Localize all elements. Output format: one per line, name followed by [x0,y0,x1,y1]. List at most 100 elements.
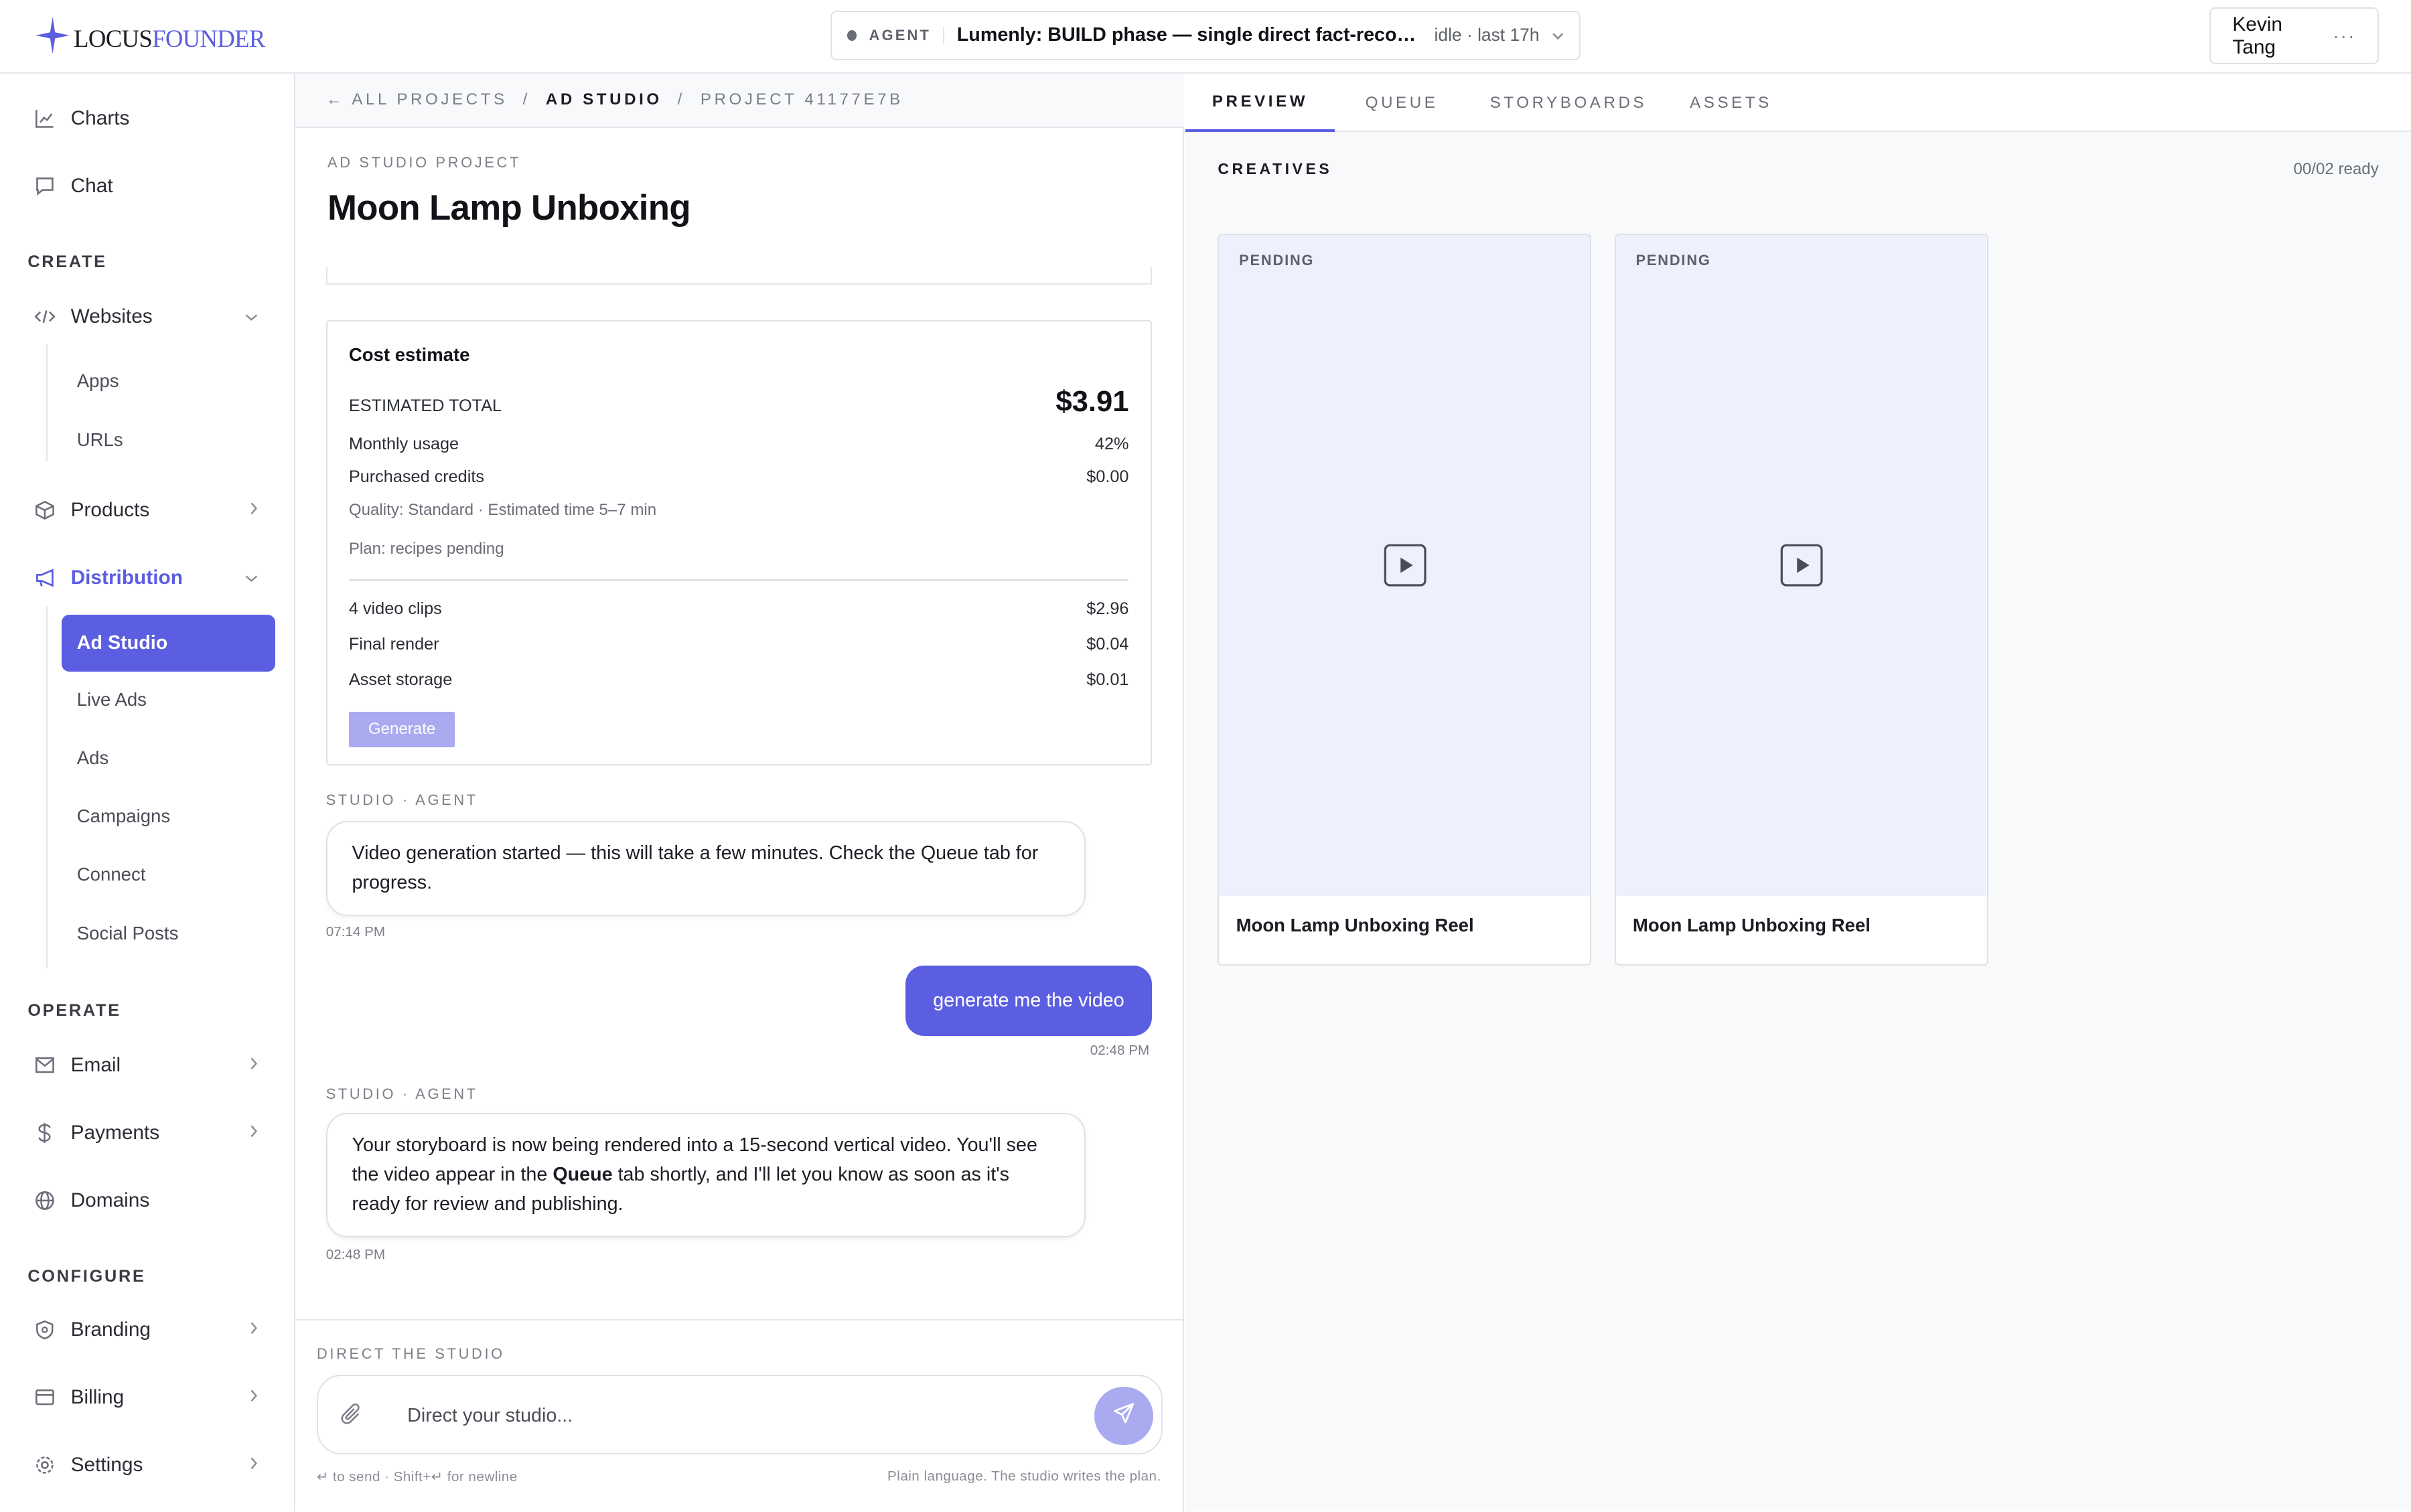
cost-line-value: $0.01 [1086,670,1129,689]
agent-message: Video generation started — this will tak… [325,821,1086,916]
mail-icon [34,1055,56,1076]
section-create: CREATE [27,252,107,271]
queue-link-text: Queue [553,1164,613,1186]
status-badge: PENDING [1635,252,1711,269]
estimated-total-row: ESTIMATED TOTAL $3.91 [349,386,1129,419]
play-icon[interactable] [1384,544,1427,593]
user-menu[interactable]: Kevin Tang ··· [2209,7,2379,65]
sidebar-item-campaigns[interactable]: Campaigns [77,806,170,827]
sidebar-item-websites[interactable]: Websites [0,289,295,345]
agent-status-dot [847,29,857,41]
breadcrumb-section-link[interactable]: AD STUDIO [546,90,662,109]
play-icon[interactable] [1780,544,1823,593]
globe-icon [34,1190,56,1211]
purchased-credits-label: Purchased credits [348,467,484,486]
breadcrumb-project: PROJECT 41177E7B [700,90,903,109]
chevron-right-icon [249,1387,259,1407]
sidebar-item-branding[interactable]: Branding [0,1302,295,1358]
dollar-icon [34,1122,56,1144]
purchased-credits-value: $0.00 [1086,467,1129,486]
top-bar: LOCUSFOUNDER AGENT Lumenly: BUILD phase … [0,0,2411,74]
sparkle-logo-icon [34,15,71,62]
creative-card[interactable]: PENDING Moon Lamp Unboxing Reel [1614,233,1988,966]
sidebar-item-connect[interactable]: Connect [77,864,146,885]
ready-count: 00/02 ready [2293,159,2379,178]
cost-line-label: Final render [348,634,439,654]
cost-line-value: $0.04 [1086,634,1129,654]
creative-card[interactable]: PENDING Moon Lamp Unboxing Reel [1218,233,1592,966]
sidebar-item-billing[interactable]: Billing [0,1370,295,1426]
preview-panel: PREVIEW QUEUE STORYBOARDS ASSETS CREATIV… [1185,74,2411,1511]
message-timestamp: 02:48 PM [325,1246,386,1262]
divider [295,1318,1184,1321]
subnav-line [46,344,48,461]
sidebar-item-label: Charts [70,106,130,129]
chevron-right-icon [249,501,259,520]
sidebar-item-urls[interactable]: URLs [77,429,123,451]
chevron-down-icon [244,569,259,588]
sidebar-item-label: Branding [70,1318,151,1341]
chevron-right-icon [249,1455,259,1475]
cost-line-item: Asset storage $0.01 [349,670,1129,690]
agent-message: Your storyboard is now being rendered in… [325,1113,1086,1237]
sidebar-item-label: Payments [70,1122,160,1144]
monthly-usage-value: 42% [1094,435,1129,454]
composer-input[interactable] [407,1398,1069,1433]
cost-line-item: Final render $0.04 [349,635,1129,654]
tab-assets[interactable]: ASSETS [1690,74,1772,132]
sidebar-item-charts[interactable]: Charts [0,90,295,146]
generate-button[interactable]: Generate [348,711,455,747]
code-icon [34,306,56,327]
breadcrumb-separator: / [522,90,530,109]
sidebar-item-products[interactable]: Products [0,483,295,538]
section-configure: CONFIGURE [27,1266,146,1286]
sidebar-item-ad-studio[interactable]: Ad Studio [61,615,275,672]
divider [348,579,1129,581]
sidebar-item-label: Websites [70,305,153,327]
box-icon [34,500,56,521]
breadcrumb: ← ALL PROJECTS / AD STUDIO / PROJECT 411… [295,74,1184,128]
chevron-right-icon [249,1320,259,1339]
sidebar-item-apps[interactable]: Apps [77,370,119,392]
composer-hint: Plain language. The studio writes the pl… [887,1468,1161,1484]
shield-icon [34,1319,56,1341]
sidebar-item-label: Chat [70,174,113,197]
sidebar-item-social-posts[interactable]: Social Posts [77,923,179,944]
paperclip-icon[interactable] [341,1402,362,1433]
cost-line-value: $2.96 [1086,599,1129,619]
plan-info: Plan: recipes pending [348,539,504,558]
project-label: AD STUDIO PROJECT [327,153,521,171]
sidebar: Charts Chat CREATE Websites Apps URLs Pr [0,74,295,1511]
tab-storyboards[interactable]: STORYBOARDS [1490,74,1647,132]
page-title: Moon Lamp Unboxing [327,188,691,228]
message-timestamp: 02:48 PM [1090,1042,1150,1058]
more-icon: ··· [2333,25,2356,46]
estimated-total-value: $3.91 [1055,385,1129,418]
tab-preview[interactable]: PREVIEW [1185,74,1335,133]
sidebar-item-live-ads[interactable]: Live Ads [77,689,147,710]
creatives-heading: CREATIVES [1218,159,1333,177]
sidebar-item-label: Products [70,499,150,522]
agent-selector[interactable]: AGENT Lumenly: BUILD phase — single dire… [830,11,1581,60]
sidebar-item-chat[interactable]: Chat [0,158,295,214]
purchased-credits-row: Purchased credits $0.00 [349,467,1129,487]
send-button[interactable] [1094,1386,1153,1445]
sidebar-item-label: Billing [70,1385,125,1408]
sidebar-item-email[interactable]: Email [0,1038,295,1093]
sidebar-item-distribution[interactable]: Distribution [0,550,295,606]
sidebar-item-label: Email [70,1054,121,1077]
composer-hint: ↵ to send · Shift+↵ for newline [316,1468,518,1485]
tab-queue[interactable]: QUEUE [1366,74,1439,132]
sidebar-item-payments[interactable]: Payments [0,1106,295,1161]
logo[interactable]: LOCUSFOUNDER [34,15,265,62]
send-icon [1112,1402,1135,1430]
composer-label: DIRECT THE STUDIO [316,1345,505,1362]
credit-card-icon [34,1387,56,1408]
creative-title: Moon Lamp Unboxing Reel [1236,914,1474,935]
breadcrumb-separator: / [677,90,685,109]
sidebar-item-ads[interactable]: Ads [77,747,108,769]
breadcrumb-back-link[interactable]: ← ALL PROJECTS [326,90,508,109]
cost-line-label: 4 video clips [348,599,442,619]
sidebar-item-settings[interactable]: Settings [0,1438,295,1493]
sidebar-item-domains[interactable]: Domains [0,1173,295,1229]
